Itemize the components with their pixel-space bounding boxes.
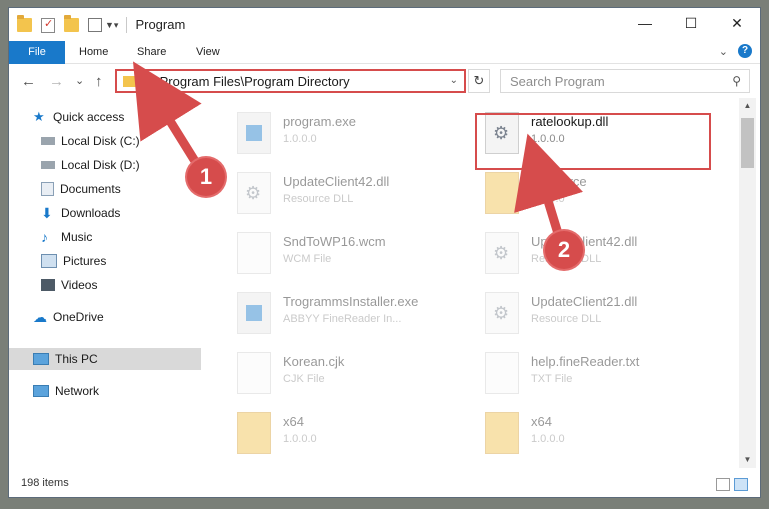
annotation-arrows — [132, 61, 583, 245]
arrow-to-dll-file — [514, 133, 583, 245]
step-two-badge: 2 — [545, 231, 583, 269]
step-one-badge: 1 — [187, 158, 225, 196]
arrow-to-address-bar — [132, 61, 203, 171]
